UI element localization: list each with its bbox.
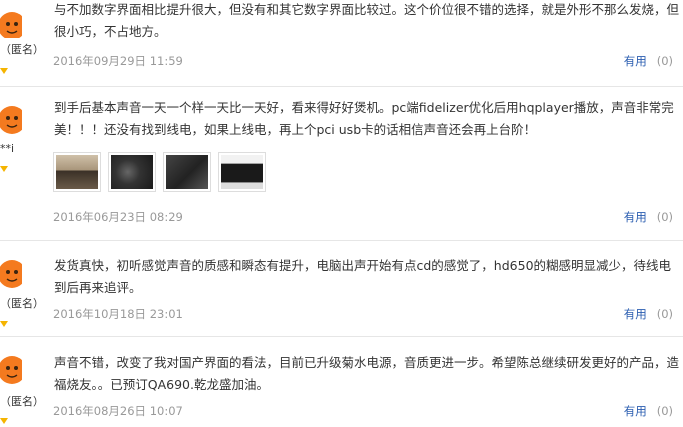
helpful-count: (0)	[656, 307, 673, 321]
review-time: 2016年09月29日 11:59	[53, 54, 183, 68]
user-name[interactable]: （匿名）	[0, 295, 44, 311]
member-level-icon	[0, 166, 8, 172]
helpful-control: 有用 (0)	[624, 306, 673, 322]
user-avatar-icon[interactable]	[0, 0, 22, 38]
review-photo[interactable]	[163, 152, 211, 192]
helpful-button[interactable]: 有用	[624, 307, 647, 321]
divider	[0, 336, 683, 337]
divider	[0, 240, 683, 241]
user-name[interactable]: **i	[0, 142, 14, 155]
member-level-icon	[0, 418, 8, 424]
helpful-count: (0)	[656, 54, 673, 68]
review-photo[interactable]	[108, 152, 156, 192]
divider	[0, 86, 683, 87]
user-avatar-icon[interactable]	[0, 350, 22, 386]
review-time: 2016年10月18日 23:01	[53, 307, 183, 321]
member-level-icon	[0, 68, 8, 74]
helpful-button[interactable]: 有用	[624, 210, 647, 224]
review-time: 2016年08月26日 10:07	[53, 404, 183, 418]
helpful-count: (0)	[656, 404, 673, 418]
user-name[interactable]: （匿名）	[0, 393, 44, 409]
helpful-control: 有用 (0)	[624, 403, 673, 419]
review-text: 与不加数字界面相比提升很大，但没有和其它数字界面比较过。这个价位很不错的选择，就…	[54, 2, 680, 39]
review-photo[interactable]	[218, 152, 266, 192]
helpful-control: 有用 (0)	[624, 53, 673, 69]
review-photo[interactable]	[53, 152, 101, 192]
user-avatar-icon[interactable]	[0, 254, 22, 290]
helpful-button[interactable]: 有用	[624, 54, 647, 68]
review-text: 发货真快，初听感觉声音的质感和瞬态有提升，电脑出声开始有点cd的感觉了，hd65…	[54, 258, 672, 295]
user-avatar-icon[interactable]	[0, 100, 22, 136]
review-time: 2016年06月23日 08:29	[53, 210, 183, 224]
review-text: 声音不错，改变了我对国产界面的看法，目前已升级菊水电源，音质更进一步。希望陈总继…	[54, 355, 680, 392]
helpful-control: 有用 (0)	[624, 209, 673, 225]
helpful-count: (0)	[656, 210, 673, 224]
member-level-icon	[0, 321, 8, 327]
review-text: 到手后基本声音一天一个样一天比一天好，看来得好好煲机。pc端fidelizer优…	[54, 100, 674, 137]
user-name[interactable]: （匿名）	[0, 41, 44, 57]
helpful-button[interactable]: 有用	[624, 404, 647, 418]
